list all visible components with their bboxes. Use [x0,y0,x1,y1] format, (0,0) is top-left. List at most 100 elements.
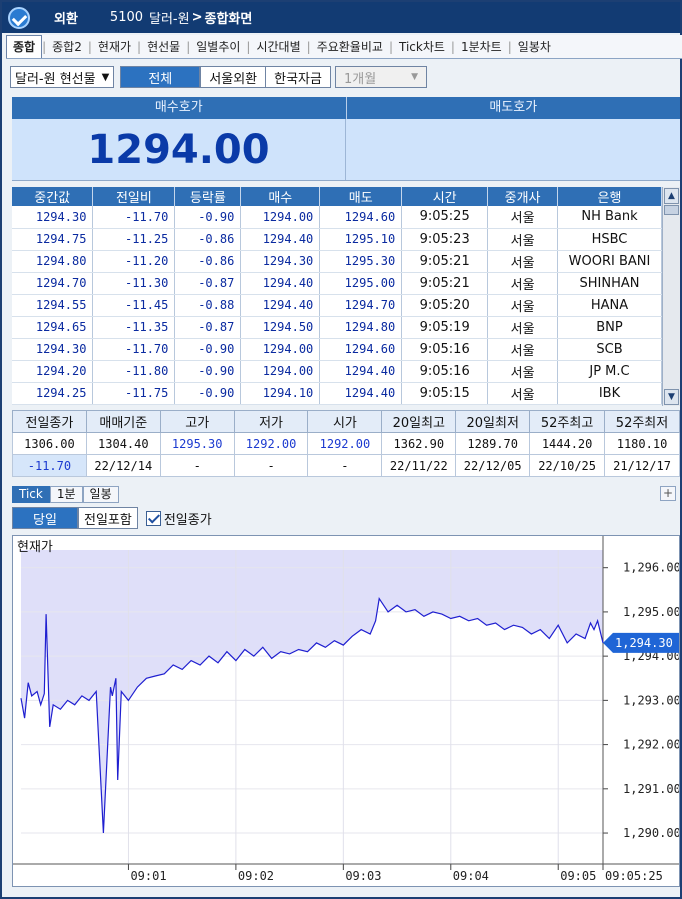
include-prev-button[interactable]: 전일포함 [78,507,138,529]
summary-date-20d-high: 22/11/22 [381,454,457,477]
dropdown-arrow-icon: ▼ [101,71,110,83]
period-value: 1개월 [343,71,377,87]
x-tick-label: 09:04 [453,869,489,883]
tick-row[interactable]: 1294.65 -11.35 -0.87 1294.50 1294.80 9:05:19 서… [12,316,681,339]
tab-current-price[interactable]: 현재가 [92,38,137,55]
y-tick-label: 1,290.00 [623,826,679,840]
quote-header: 매수호가 매도호가 [12,97,680,119]
chart-tab-tick[interactable]: Tick [12,485,50,503]
filter-all-button[interactable]: 전체 [120,66,201,88]
today-button[interactable]: 당일 [12,507,78,529]
tab-overview2[interactable]: 종합2 [46,38,88,55]
tab-fx-compare[interactable]: 주요환율비교 [311,38,389,55]
x-tick-label: 09:02 [238,869,274,883]
tick-row[interactable]: 1294.55 -11.45 -0.88 1294.40 1294.70 9:05:20 서… [12,294,681,317]
tick-scrollbar[interactable]: ▲ ▼ [662,187,680,406]
tick-cell-rate: -0.86 [174,250,242,273]
tick-cell-broker: 서울 [487,272,559,295]
tick-cell-change: -11.75 [92,382,176,405]
col-bid: 매수 [240,187,321,206]
tick-cell-change: -11.35 [92,316,176,339]
tab-daily-chart[interactable]: 일봉차 [512,38,557,55]
tick-row[interactable]: 1294.30 -11.70 -0.90 1294.00 1294.60 9:05:25 서… [12,206,681,229]
filter-seoul-fx-button[interactable]: 서울외환 [200,66,267,88]
tick-row[interactable]: 1294.80 -11.20 -0.86 1294.30 1295.30 9:05:21 서… [12,250,681,273]
ask-price [346,119,680,180]
expand-icon[interactable]: + [660,486,676,501]
summary-date-20d-low: 22/12/05 [455,454,531,477]
period-select[interactable]: 1개월 ▼ [334,66,427,88]
tick-cell-mid: 1294.80 [12,250,94,273]
summary-value-low: 1292.00 [233,432,309,455]
tick-cell-broker: 서울 [487,250,559,273]
tab-1min-chart[interactable]: 1분차트 [455,38,508,55]
tick-cell-bank: IBK [557,382,662,405]
summary-date-52w-low: 21/12/17 [604,454,680,477]
tick-table: 중간값 전일비 등락률 매수 매도 시간 중개사 은행 1294.30 -11.7… [12,187,681,405]
tick-cell-ask: 1295.10 [319,228,403,251]
tick-cell-rate: -0.90 [174,206,242,229]
scroll-up-icon[interactable]: ▲ [664,188,679,204]
bid-label: 매수호가 [12,97,347,119]
x-tick-label: 09:05:25 [605,869,663,883]
tick-cell-time: 9:05:20 [401,294,489,317]
x-tick-label: 09:01 [130,869,166,883]
tab-tick-chart[interactable]: Tick차트 [393,38,451,55]
col-bank: 은행 [557,187,662,206]
y-tick-label: 1,295.00 [623,605,679,619]
market-badge: 외환 [40,6,92,29]
chart-title: 현재가 [17,540,53,555]
tab-by-time[interactable]: 시간대별 [250,38,306,55]
tick-cell-mid: 1294.55 [12,294,94,317]
tab-overview[interactable]: 종합 [6,35,43,58]
tick-row[interactable]: 1294.20 -11.80 -0.90 1294.00 1294.40 9:05:16 서… [12,360,681,383]
tick-cell-change: -11.70 [92,206,176,229]
col-broker: 중개사 [487,187,559,206]
instrument-select[interactable]: 달러-원 현선물 ▼ [10,66,115,88]
tab-spot-futures[interactable]: 현선물 [141,38,186,55]
chart-tab-1min[interactable]: 1분 [49,485,83,503]
tick-cell-change: -11.80 [92,360,176,383]
tick-cell-change: -11.30 [92,272,176,295]
tick-cell-rate: -0.88 [174,294,242,317]
summary-label-open: 시가 [307,410,383,433]
tick-cell-mid: 1294.70 [12,272,94,295]
instrument-value: 달러-원 현선물 [15,71,96,87]
tick-cell-broker: 서울 [487,316,559,339]
summary-value-prev-close: 1306.00 [12,432,87,455]
tick-row[interactable]: 1294.70 -11.30 -0.87 1294.40 1295.00 9:05:21 서… [12,272,681,295]
summary-date-52w-high: 22/10/25 [529,454,606,477]
tick-cell-bid: 1294.00 [240,338,321,361]
tick-cell-mid: 1294.20 [12,360,94,383]
summary-date-low: - [233,454,309,477]
y-tick-label: 1,292.00 [623,738,679,752]
tick-row[interactable]: 1294.25 -11.75 -0.90 1294.10 1294.40 9:05:15 서… [12,382,681,405]
tick-cell-broker: 서울 [487,382,559,405]
prev-close-checkbox[interactable] [145,510,161,526]
tick-cell-time: 9:05:23 [401,228,489,251]
tick-cell-ask: 1294.70 [319,294,403,317]
prev-close-label: 전일종가 [163,512,212,528]
summary-label-52w-high: 52주최고 [529,410,606,433]
app-logo-icon [8,6,30,29]
tick-cell-rate: -0.90 [174,382,242,405]
tick-cell-time: 9:05:25 [401,206,489,229]
tick-cell-ask: 1294.40 [319,360,403,383]
tick-cell-change: -11.25 [92,228,176,251]
tick-row[interactable]: 1294.75 -11.25 -0.86 1294.40 1295.10 9:05:23 서… [12,228,681,251]
screen-code: 5100 [109,10,144,25]
tab-daily-trend[interactable]: 일별추이 [190,38,246,55]
tick-cell-ask: 1294.60 [319,338,403,361]
summary-value-high: 1295.30 [159,432,235,455]
tick-cell-ask: 1295.30 [319,250,403,273]
filter-korea-money-button[interactable]: 한국자금 [266,66,331,88]
scroll-down-icon[interactable]: ▼ [664,389,679,405]
tick-cell-mid: 1294.75 [12,228,94,251]
tick-rows: 1294.30 -11.70 -0.90 1294.00 1294.60 9:05:25 서… [12,206,681,405]
scroll-thumb[interactable] [664,205,679,215]
tick-row[interactable]: 1294.30 -11.70 -0.90 1294.00 1294.60 9:05:16 서… [12,338,681,361]
summary-label-high: 고가 [159,410,235,433]
tick-cell-change: -11.20 [92,250,176,273]
chart-controls: 당일 전일포함 전일종가 [12,506,212,530]
chart-tab-daily[interactable]: 일봉 [82,485,119,503]
